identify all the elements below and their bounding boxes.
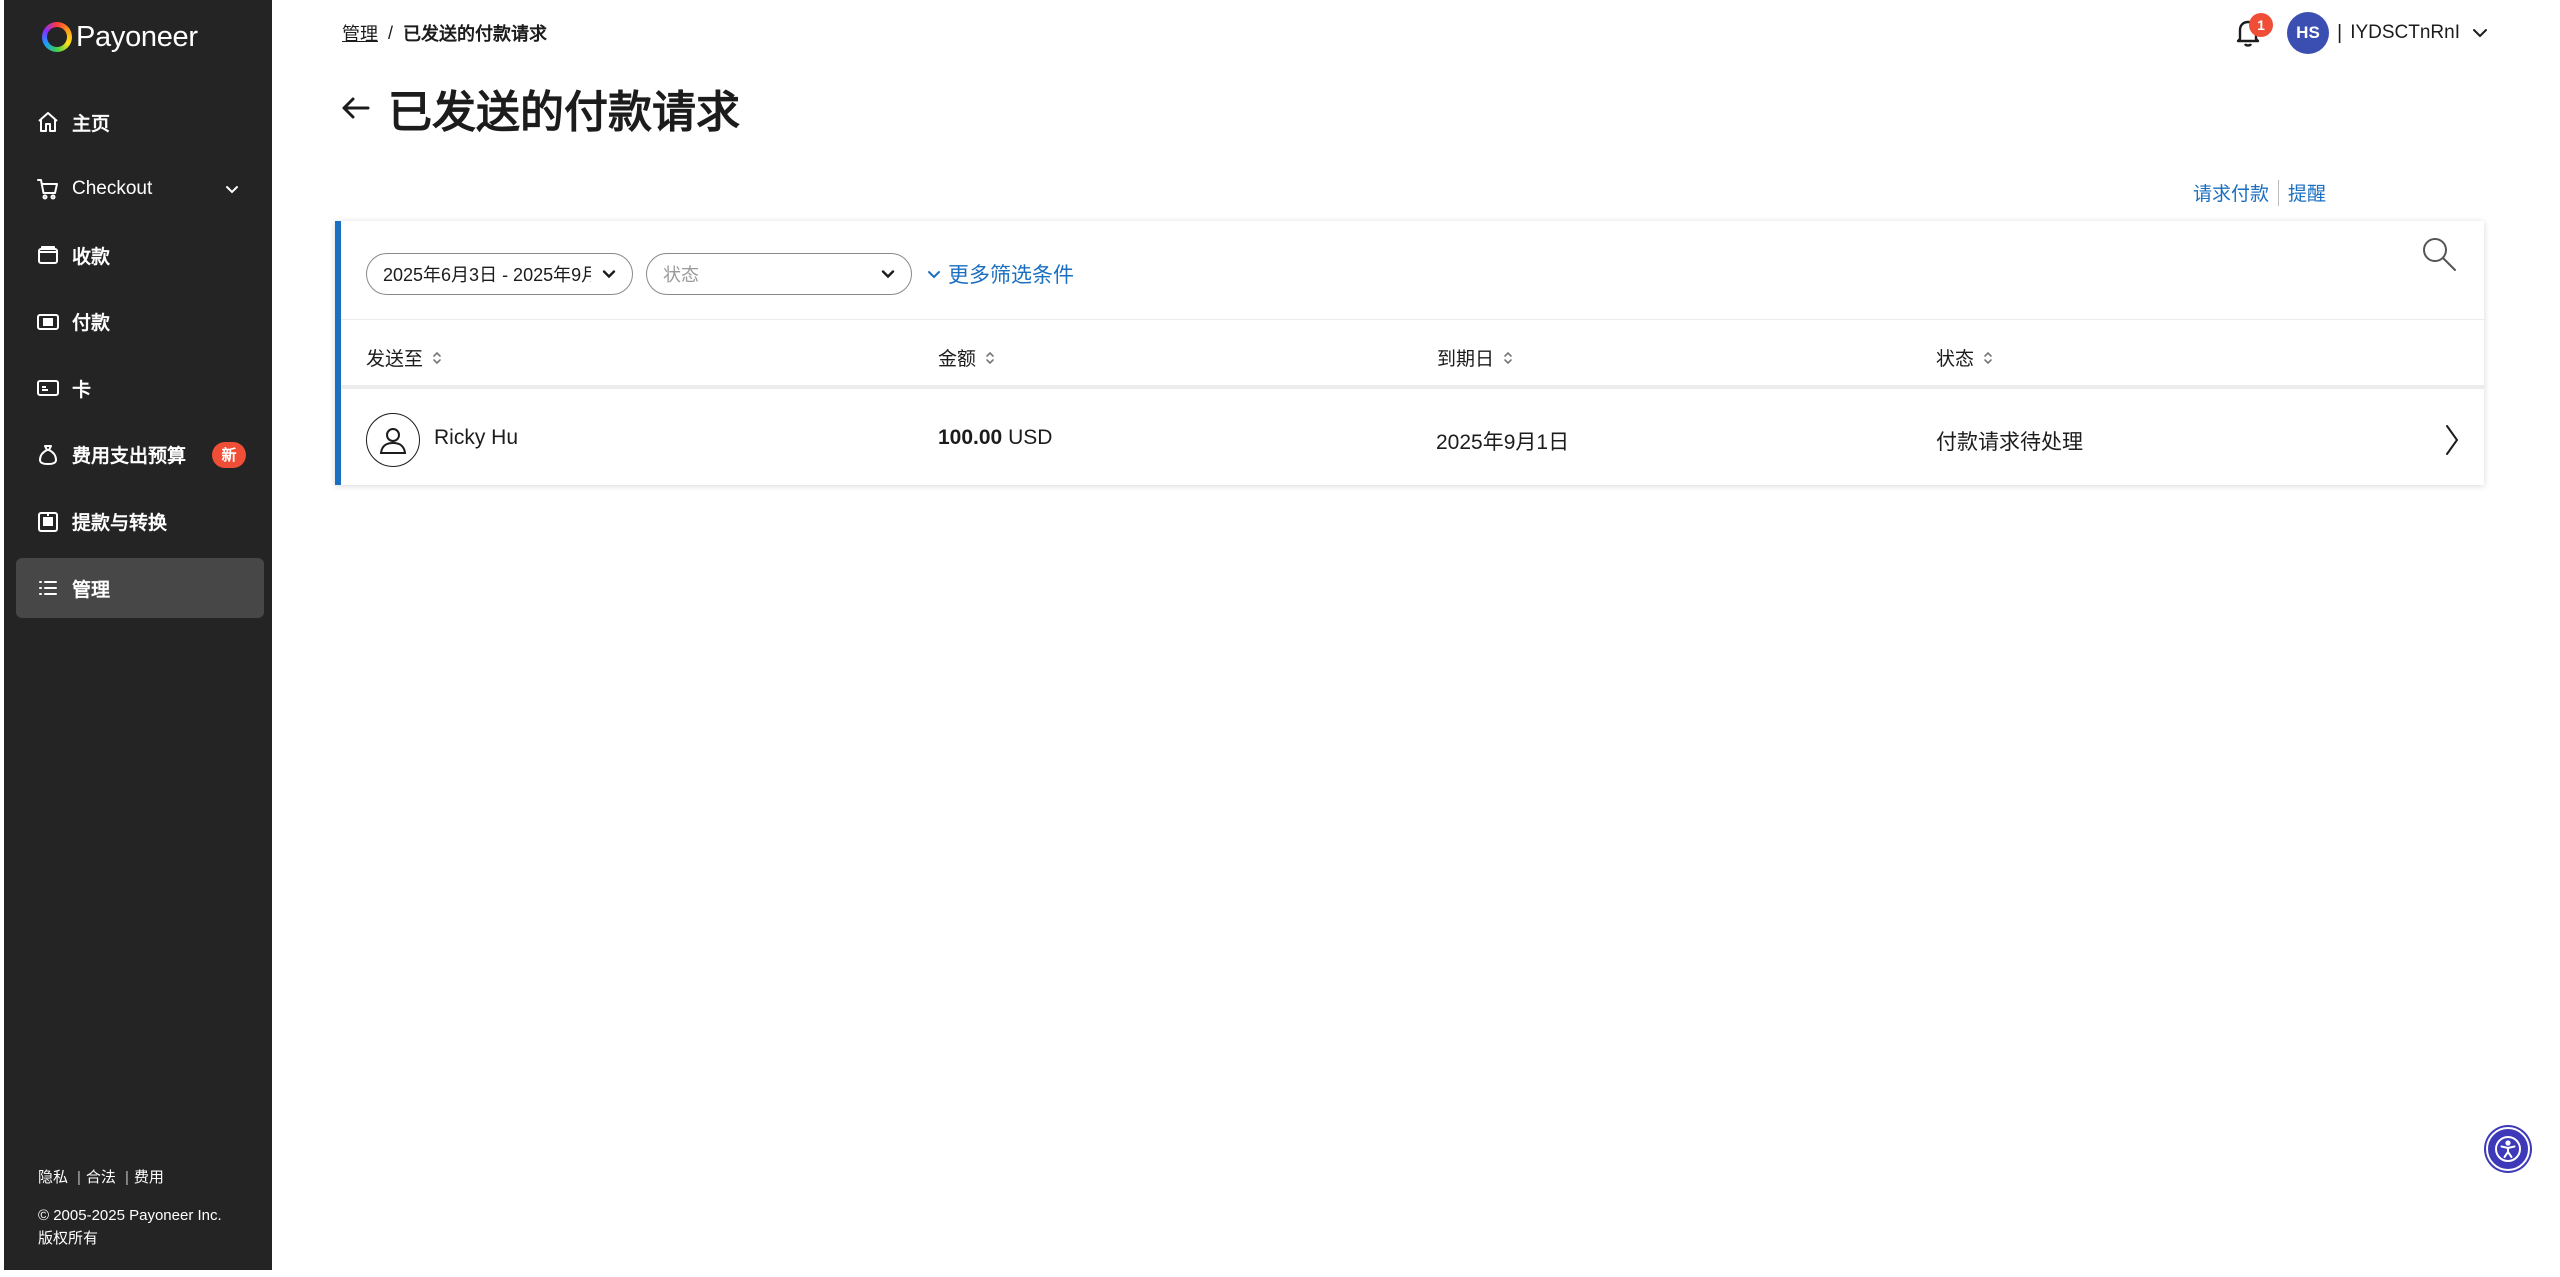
- action-divider: [2277, 179, 2279, 206]
- table-row[interactable]: Ricky Hu 100.00 USD 2025年9月1日 付款请求待处理: [341, 393, 2484, 485]
- date-range-value: 2025年6月3日 - 2025年9月1日: [383, 265, 591, 285]
- amount-cell: 100.00 USD: [938, 426, 1052, 450]
- chevron-down-icon[interactable]: [2470, 23, 2490, 43]
- sidebar-item-label: 收款: [72, 246, 111, 268]
- sort-icon: [433, 351, 441, 364]
- sort-icon: [1984, 351, 1992, 364]
- column-header-status[interactable]: 状态: [1936, 344, 1994, 371]
- sidebar: Payoneer 主页 Checkout 收款 付款 卡 费用支出预算 新 提款…: [4, 0, 272, 1270]
- copyright: © 2005-2025 Payoneer Inc. 版权所有: [38, 1204, 222, 1250]
- footer-separator: |: [77, 1169, 81, 1186]
- chevron-down-icon: [602, 270, 616, 279]
- sort-icon: [1504, 351, 1512, 364]
- sidebar-item-label: 管理: [72, 579, 111, 601]
- payment-requests-card: 2025年6月3日 - 2025年9月1日 状态 更多筛选条件 发送至 金额 到…: [335, 221, 2484, 485]
- sidebar-item-manage[interactable]: 管理: [16, 558, 264, 619]
- column-header-due-date[interactable]: 到期日: [1437, 344, 1514, 371]
- recipient-avatar: [366, 413, 420, 467]
- money-bag-icon: [36, 443, 60, 467]
- sidebar-item-receive[interactable]: 收款: [16, 225, 264, 285]
- reminder-link[interactable]: 提醒: [2288, 179, 2326, 206]
- request-payment-link[interactable]: 请求付款: [2193, 179, 2269, 206]
- logo-text: Payoneer: [76, 20, 198, 53]
- wallet-icon: [36, 243, 60, 267]
- sidebar-item-withdraw[interactable]: 提款与转换: [16, 492, 264, 552]
- status-placeholder: 状态: [663, 265, 699, 285]
- sidebar-item-label: 费用支出预算: [72, 446, 187, 468]
- currency-code: USD: [1008, 426, 1053, 449]
- more-filters-toggle[interactable]: 更多筛选条件: [926, 259, 1074, 289]
- sidebar-item-label: Checkout: [72, 177, 153, 199]
- breadcrumb-current: 已发送的付款请求: [403, 24, 548, 44]
- action-links: 请求付款 提醒: [2193, 179, 2326, 206]
- chevron-right-icon[interactable]: [2442, 423, 2462, 457]
- column-header-label: 发送至: [366, 349, 424, 370]
- sidebar-item-label: 主页: [72, 113, 111, 135]
- page-header: 已发送的付款请求: [338, 76, 740, 140]
- search-icon[interactable]: [2420, 235, 2458, 273]
- privacy-link[interactable]: 隐私: [38, 1169, 68, 1186]
- fees-link[interactable]: 费用: [134, 1169, 164, 1186]
- user-icon: [379, 428, 407, 454]
- cart-icon: [36, 177, 60, 201]
- breadcrumb-link-manage[interactable]: 管理: [342, 20, 378, 46]
- copyright-line: 版权所有: [38, 1230, 99, 1247]
- accessibility-button[interactable]: [2486, 1127, 2530, 1171]
- notifications-button[interactable]: 1: [2231, 13, 2273, 51]
- user-area: 1 HS | IYDSCTnRnI: [2231, 12, 2490, 54]
- sidebar-item-label: 付款: [72, 313, 111, 335]
- chevron-down-icon: [928, 271, 940, 279]
- due-date-cell: 2025年9月1日: [1436, 431, 1570, 454]
- column-header-label: 金额: [938, 349, 977, 370]
- filters-bar: 2025年6月3日 - 2025年9月1日 状态 更多筛选条件: [366, 253, 1074, 295]
- account-name[interactable]: IYDSCTnRnI: [2350, 22, 2460, 44]
- sidebar-item-checkout[interactable]: Checkout: [16, 159, 264, 219]
- copyright-line: © 2005-2025 Payoneer Inc.: [38, 1207, 222, 1224]
- sidebar-item-label: 卡: [72, 379, 92, 401]
- more-filters-label: 更多筛选条件: [948, 264, 1074, 287]
- sidebar-item-cards[interactable]: 卡: [16, 358, 264, 418]
- column-header-amount[interactable]: 金额: [938, 344, 996, 371]
- payoneer-logo[interactable]: Payoneer: [42, 20, 198, 54]
- table-header: 发送至 金额 到期日 状态: [341, 319, 2484, 389]
- logo-ring-icon: [42, 22, 72, 52]
- card-icon: [36, 376, 60, 400]
- home-icon: [36, 110, 60, 134]
- breadcrumb: 管理 / 已发送的付款请求: [342, 20, 547, 46]
- user-separator: |: [2336, 21, 2343, 44]
- back-arrow-icon[interactable]: [338, 90, 374, 126]
- accessibility-icon: [2495, 1136, 2521, 1162]
- payment-icon: [36, 310, 60, 334]
- sidebar-item-label: 提款与转换: [72, 513, 168, 535]
- recipient-name: Ricky Hu: [434, 426, 519, 449]
- sidebar-nav: 主页 Checkout 收款 付款 卡 费用支出预算 新 提款与转换 管理: [16, 92, 264, 625]
- breadcrumb-separator: /: [388, 22, 394, 43]
- sort-icon: [986, 351, 994, 364]
- footer-links: 隐私 | 合法 | 费用: [38, 1166, 168, 1187]
- sidebar-item-budget[interactable]: 费用支出预算 新: [16, 425, 264, 485]
- date-range-select[interactable]: 2025年6月3日 - 2025年9月1日: [366, 253, 633, 295]
- column-header-label: 到期日: [1437, 349, 1495, 370]
- amount-value: 100.00: [938, 426, 1003, 449]
- status-cell: 付款请求待处理: [1936, 431, 2083, 454]
- chevron-down-icon[interactable]: [222, 179, 242, 199]
- withdraw-icon: [36, 510, 60, 534]
- legal-link[interactable]: 合法: [86, 1169, 116, 1186]
- new-badge: 新: [212, 441, 246, 468]
- column-header-recipient[interactable]: 发送至: [366, 344, 443, 371]
- footer-separator: |: [124, 1169, 129, 1186]
- list-icon: [36, 576, 60, 600]
- status-select[interactable]: 状态: [646, 253, 912, 295]
- column-header-label: 状态: [1936, 349, 1975, 370]
- sidebar-item-pay[interactable]: 付款: [16, 292, 264, 352]
- avatar[interactable]: HS: [2286, 12, 2329, 54]
- sidebar-item-home[interactable]: 主页: [16, 92, 264, 152]
- page-title: 已发送的付款请求: [388, 88, 740, 137]
- notification-count-badge: 1: [2248, 13, 2273, 37]
- chevron-down-icon: [881, 270, 895, 279]
